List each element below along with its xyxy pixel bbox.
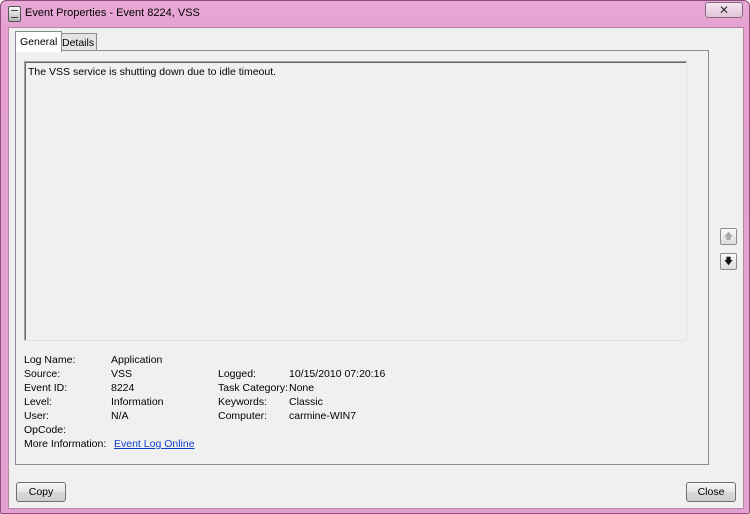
arrow-up-icon: 🡅: [723, 231, 734, 241]
keywords-label: Keywords:: [218, 396, 268, 408]
event-description-box[interactable]: The VSS service is shutting down due to …: [24, 61, 687, 341]
window-title: Event Properties - Event 8224, VSS: [25, 7, 200, 19]
user-value: N/A: [111, 410, 129, 422]
task-category-label: Task Category:: [218, 382, 289, 394]
source-value: VSS: [111, 368, 133, 380]
user-label: User:: [24, 410, 50, 422]
event-id-label: Event ID:: [24, 382, 68, 394]
tab-details[interactable]: Details: [57, 33, 97, 51]
level-value: Information: [111, 396, 164, 408]
task-category-value: None: [289, 382, 315, 394]
event-properties-window: Event Properties - Event 8224, VSS ✕ Gen…: [0, 0, 750, 514]
close-button[interactable]: Close: [686, 482, 736, 502]
dialog-client-area: General Details The VSS service is shutt…: [8, 27, 744, 509]
tab-general[interactable]: General: [15, 31, 63, 52]
log-name-value: Application: [111, 354, 163, 366]
logged-value: 10/15/2010 07:20:16: [289, 368, 386, 380]
keywords-value: Classic: [289, 396, 323, 408]
log-name-label: Log Name:: [24, 354, 76, 366]
previous-event-button[interactable]: 🡅: [720, 228, 737, 245]
event-log-online-link[interactable]: Event Log Online: [114, 438, 195, 450]
source-label: Source:: [24, 368, 61, 380]
window-close-button[interactable]: ✕: [705, 2, 743, 18]
computer-label: Computer:: [218, 410, 268, 422]
opcode-label: OpCode:: [24, 424, 67, 436]
title-bar[interactable]: Event Properties - Event 8224, VSS ✕: [1, 1, 749, 27]
computer-value: carmine-WIN7: [289, 410, 357, 422]
next-event-button[interactable]: 🡇: [720, 253, 737, 270]
level-label: Level:: [24, 396, 53, 408]
copy-button[interactable]: Copy: [16, 482, 66, 502]
general-tab-panel: The VSS service is shutting down due to …: [15, 50, 709, 465]
arrow-down-icon: 🡇: [723, 256, 734, 266]
event-viewer-icon: [8, 6, 21, 22]
logged-label: Logged:: [218, 368, 256, 380]
event-description-text: The VSS service is shutting down due to …: [28, 66, 277, 78]
event-id-value: 8224: [111, 382, 135, 394]
more-information-label: More Information:: [24, 438, 107, 450]
